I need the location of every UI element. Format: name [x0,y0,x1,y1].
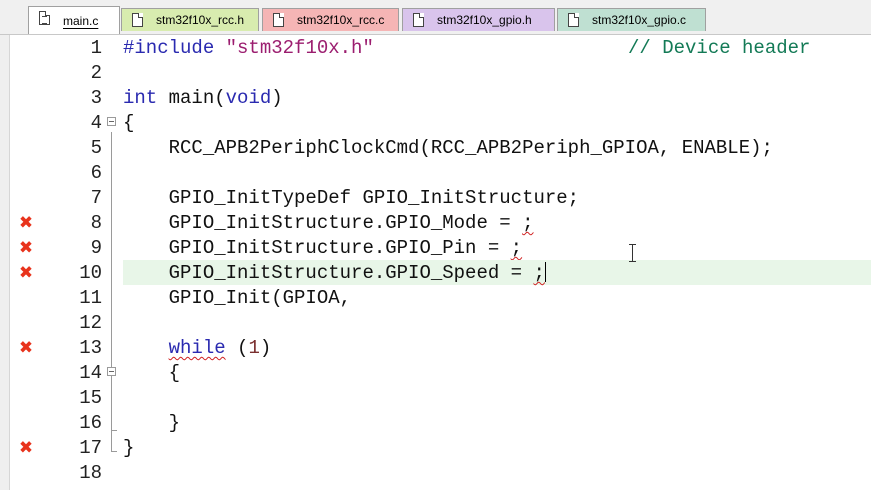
fold-toggle-icon[interactable] [107,367,116,376]
preprocessor-directive: #include [123,37,215,59]
comment: // Device header [628,37,811,59]
statement: GPIO_InitStructure.GPIO_Mode = [123,212,523,234]
tab-stm32f10x-rcc-c[interactable]: stm32f10x_rcc.c [262,8,399,31]
line-number: 7 [90,187,102,209]
include-path: "stm32f10x.h" [225,37,374,59]
code-line-10-current[interactable]: ✖ 10 GPIO_InitStructure.GPIO_Speed = ; [0,260,871,285]
line-number: 17 [79,437,102,459]
line-number: 2 [90,62,102,84]
fold-toggle-icon[interactable] [107,117,116,126]
tab-label: stm32f10x_rcc.h [156,13,245,27]
syntax-error: ; [533,262,545,284]
code-text: GPIO_InitStructure.GPIO_Pin = ; [123,237,522,259]
code-line-1[interactable]: 1 #include "stm32f10x.h" // Device heade… [0,35,871,60]
code-line-6[interactable]: 6 [0,160,871,185]
keyword: int [123,87,158,109]
code-line-17[interactable]: ✖ 17 } [0,435,871,460]
code-text: GPIO_InitTypeDef GPIO_InitStructure; [123,187,580,209]
code-editor[interactable]: 1 #include "stm32f10x.h" // Device heade… [0,35,871,490]
statement: GPIO_InitStructure.GPIO_Speed = [123,262,534,284]
code-line-2[interactable]: 2 [0,60,871,85]
code-line-12[interactable]: 12 [0,310,871,335]
mouse-ibeam-cursor-icon [628,243,637,263]
code-text: GPIO_InitStructure.GPIO_Mode = ; [123,212,534,234]
line-number: 10 [79,262,102,284]
source-file-icon [273,13,284,27]
line-number: 13 [79,337,102,359]
line-number: 6 [90,162,102,184]
source-file-icon [568,13,579,27]
statement: GPIO_InitStructure.GPIO_Pin = [123,237,511,259]
code-text: int main(void) [123,87,283,109]
header-file-icon [413,13,424,27]
syntax-error: ; [510,237,523,259]
tab-label: main.c [63,14,99,28]
code-line-7[interactable]: 7 GPIO_InitTypeDef GPIO_InitStructure; [0,185,871,210]
line-number: 12 [79,312,102,334]
code-text: { [123,362,181,384]
keyword: void [225,87,272,109]
code-line-5[interactable]: 5 RCC_APB2PeriphClockCmd(RCC_APB2Periph_… [0,135,871,160]
line-number: 4 [90,112,102,134]
tab-stm32f10x-rcc-h[interactable]: stm32f10x_rcc.h [121,8,259,31]
paren: ( [225,337,249,359]
tab-label: stm32f10x_gpio.h [437,13,532,27]
paren: ) [259,337,272,359]
code-text: { [123,112,135,134]
code-line-3[interactable]: 3 int main(void) [0,85,871,110]
document-icon [39,11,50,25]
editor-tab-bar: main.c stm32f10x_rcc.h stm32f10x_rcc.c s… [0,0,871,35]
code-text: #include "stm32f10x.h" [123,37,374,59]
code-line-4[interactable]: 4 { [0,110,871,135]
line-number: 3 [90,87,102,109]
code-text: while (1) [123,337,272,359]
tab-stm32f10x-gpio-h[interactable]: stm32f10x_gpio.h [402,8,555,31]
code-text: RCC_APB2PeriphClockCmd(RCC_APB2Periph_GP… [123,137,773,159]
header-file-icon [132,13,143,27]
code-text: GPIO_InitStructure.GPIO_Speed = ; [123,262,546,284]
syntax-error: ; [522,212,534,234]
paren: ) [271,87,283,109]
tab-stm32f10x-gpio-c[interactable]: stm32f10x_gpio.c [557,8,706,31]
line-number: 11 [79,287,102,309]
line-number: 8 [90,212,102,234]
error-marker-icon[interactable]: ✖ [18,440,34,457]
error-marker-icon[interactable]: ✖ [18,340,34,357]
code-line-15[interactable]: 15 [0,385,871,410]
code-line-11[interactable]: 11 GPIO_Init(GPIOA, [0,285,871,310]
line-number: 9 [90,237,102,259]
line-number: 18 [79,462,102,484]
code-text: } [123,437,135,459]
tab-label: stm32f10x_rcc.c [297,13,385,27]
code-text: } [123,412,181,434]
error-marker-icon[interactable]: ✖ [18,265,34,282]
text-cursor [544,262,546,282]
function-name: main( [157,87,226,109]
keyword-while: while [168,337,226,359]
line-number: 14 [79,362,102,384]
tab-label: stm32f10x_gpio.c [592,13,687,27]
number-literal: 1 [248,337,260,359]
error-marker-icon[interactable]: ✖ [18,215,34,232]
error-marker-icon[interactable]: ✖ [18,240,34,257]
code-line-18[interactable]: 18 [0,460,871,485]
code-line-9[interactable]: ✖ 9 GPIO_InitStructure.GPIO_Pin = ; [0,235,871,260]
line-number: 1 [90,37,102,59]
code-line-8[interactable]: ✖ 8 GPIO_InitStructure.GPIO_Mode = ; [0,210,871,235]
code-text: GPIO_Init(GPIOA, [123,287,352,309]
code-line-14[interactable]: 14 { [0,360,871,385]
line-number: 16 [79,412,102,434]
tab-main-c[interactable]: main.c [28,6,120,34]
code-line-13[interactable]: ✖ 13 while (1) [0,335,871,360]
line-number: 15 [79,387,102,409]
code-line-16[interactable]: 16 } [0,410,871,435]
line-number: 5 [90,137,102,159]
